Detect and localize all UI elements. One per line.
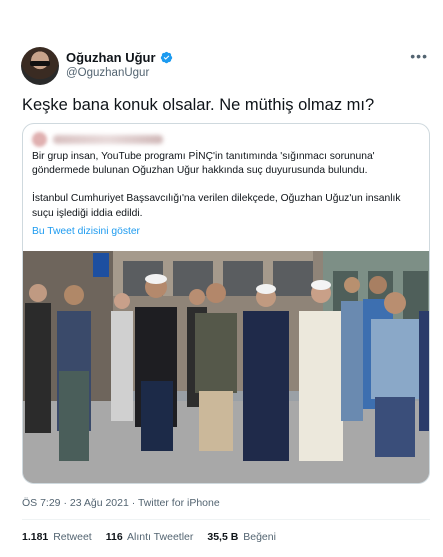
quoted-avatar-blurred: [32, 132, 47, 147]
tweet-stats: 1.181 Retweet 116 Alıntı Tweetler 35,5 B…: [22, 531, 276, 543]
quoted-tweet[interactable]: Bir grup insan, YouTube programı PİNÇ'in…: [22, 123, 430, 484]
show-thread-link[interactable]: Bu Tweet dizisini göster: [32, 226, 140, 237]
quoted-photo[interactable]: [23, 251, 430, 484]
quoted-paragraph-2: İstanbul Cumhuriyet Başsavcılığı'na veri…: [32, 193, 401, 219]
tweet-text: Keşke bana konuk olsalar. Ne müthiş olma…: [22, 96, 375, 114]
quote-tweet-count[interactable]: 116 Alıntı Tweetler: [106, 531, 194, 543]
quoted-author-blurred: [53, 135, 163, 144]
quoted-tweet-text: Bir grup insan, YouTube programı PİNÇ'in…: [32, 150, 422, 235]
divider: [22, 519, 430, 520]
quoted-paragraph-1: Bir grup insan, YouTube programı PİNÇ'in…: [32, 151, 375, 177]
retweet-count[interactable]: 1.181 Retweet: [22, 531, 92, 543]
author-name-row: Oğuzhan Uğur: [66, 50, 173, 65]
more-options-icon[interactable]: •••: [410, 48, 428, 64]
tweet: Oğuzhan Uğur @OguzhanUgur ••• Keşke bana…: [0, 0, 443, 557]
avatar[interactable]: [21, 47, 59, 85]
author-name[interactable]: Oğuzhan Uğur: [66, 50, 156, 65]
like-count[interactable]: 35,5 B Beğeni: [207, 531, 276, 543]
author-handle[interactable]: @OguzhanUgur: [66, 67, 149, 79]
tweet-timestamp[interactable]: ÖS 7:29 · 23 Ağu 2021 · Twitter for iPho…: [22, 497, 220, 509]
quoted-tweet-header: [32, 132, 163, 147]
verified-badge-icon: [160, 51, 172, 64]
